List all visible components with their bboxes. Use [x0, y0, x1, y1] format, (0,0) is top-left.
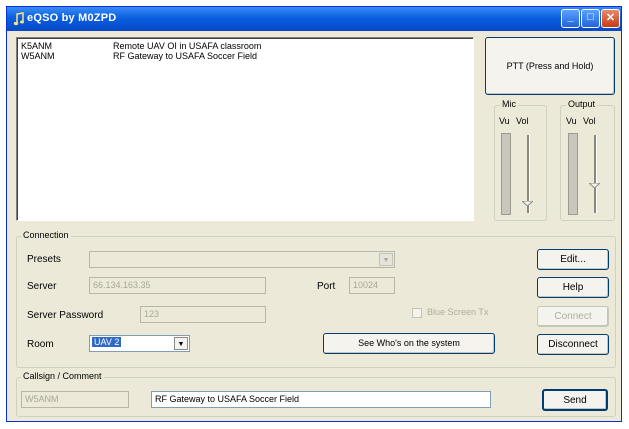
music-note-icon — [13, 12, 24, 26]
callsign-value: W5ANM — [25, 394, 59, 404]
output-group-label: Output — [566, 99, 598, 109]
minimize-button[interactable]: _ — [561, 9, 580, 28]
blue-screen-tx-checkbox[interactable]: Blue Screen Tx — [412, 307, 520, 321]
server-value: 66.134.163.35 — [93, 280, 151, 290]
title-bar[interactable]: eQSO by M0ZPD _ □ ✕ — [7, 7, 621, 31]
server-password-value: 123 — [144, 309, 160, 319]
output-volume-track — [594, 135, 596, 213]
help-button[interactable]: Help — [537, 277, 609, 298]
maximize-icon: □ — [587, 11, 594, 23]
list-item-description: Remote UAV OI in USAFA classroom — [113, 41, 262, 51]
port-value: 10024 — [353, 280, 379, 290]
output-vu-meter — [568, 133, 578, 215]
mic-vu-meter — [501, 133, 511, 215]
mic-vu-label: Vu — [499, 116, 510, 126]
blue-screen-tx-label: Blue Screen Tx — [427, 307, 489, 317]
edit-button[interactable]: Edit... — [537, 249, 609, 270]
edit-button-label: Edit... — [560, 254, 586, 265]
see-whos-on-label: See Who's on the system — [358, 338, 460, 348]
room-value: UAV 2 — [92, 337, 122, 347]
disconnect-button-label: Disconnect — [548, 339, 598, 350]
list-item-callsign: K5ANM — [21, 41, 53, 51]
presets-dropdown[interactable]: ▼ — [89, 251, 395, 268]
server-input[interactable]: 66.134.163.35 — [89, 277, 266, 294]
comment-input[interactable]: RF Gateway to USAFA Soccer Field — [151, 391, 491, 408]
room-dropdown[interactable]: UAV 2 ▼ — [89, 335, 190, 352]
callsign-group-label: Callsign / Comment — [21, 371, 104, 381]
mic-volume-slider[interactable] — [522, 201, 533, 206]
presets-label: Presets — [27, 254, 61, 265]
output-volume-slider[interactable] — [589, 183, 600, 188]
close-icon: ✕ — [605, 12, 616, 24]
send-button[interactable]: Send — [542, 389, 608, 411]
users-list[interactable]: K5ANM Remote UAV OI in USAFA classroom W… — [16, 37, 474, 221]
close-button[interactable]: ✕ — [601, 9, 620, 28]
list-item-description: RF Gateway to USAFA Soccer Field — [113, 51, 258, 61]
output-vol-label: Vol — [583, 116, 596, 126]
chevron-down-icon: ▼ — [174, 337, 188, 350]
list-item[interactable]: W5ANM RF Gateway to USAFA Soccer Field — [21, 51, 461, 62]
server-label: Server — [27, 281, 57, 292]
connect-button-label: Connect — [554, 311, 592, 322]
chevron-down-icon: ▼ — [379, 253, 393, 266]
help-button-label: Help — [562, 282, 584, 293]
room-label: Room — [27, 339, 54, 350]
comment-value: RF Gateway to USAFA Soccer Field — [155, 394, 300, 404]
server-password-input[interactable]: 123 — [140, 306, 266, 323]
maximize-button[interactable]: □ — [581, 9, 600, 28]
ptt-button-label: PTT (Press and Hold) — [506, 61, 594, 71]
list-item-callsign: W5ANM — [21, 51, 55, 61]
port-label: Port — [317, 281, 336, 292]
checkbox-box — [412, 308, 422, 318]
window-title: eQSO by M0ZPD — [27, 12, 117, 24]
see-whos-on-button[interactable]: See Who's on the system — [323, 333, 495, 354]
disconnect-button[interactable]: Disconnect — [537, 334, 609, 355]
minimize-icon: _ — [567, 11, 574, 23]
send-button-label: Send — [563, 395, 587, 406]
ptt-button[interactable]: PTT (Press and Hold) — [485, 37, 615, 95]
callsign-input[interactable]: W5ANM — [21, 391, 129, 408]
connect-button[interactable]: Connect — [537, 306, 609, 327]
mic-vol-label: Vol — [516, 116, 529, 126]
eqso-window: eQSO by M0ZPD _ □ ✕ K5ANM Remote UAV OI … — [6, 6, 622, 422]
output-vu-label: Vu — [566, 116, 577, 126]
port-input[interactable]: 10024 — [349, 277, 395, 294]
connection-group-label: Connection — [21, 230, 71, 240]
mic-group-label: Mic — [500, 99, 518, 109]
server-password-label: Server Password — [27, 310, 104, 321]
